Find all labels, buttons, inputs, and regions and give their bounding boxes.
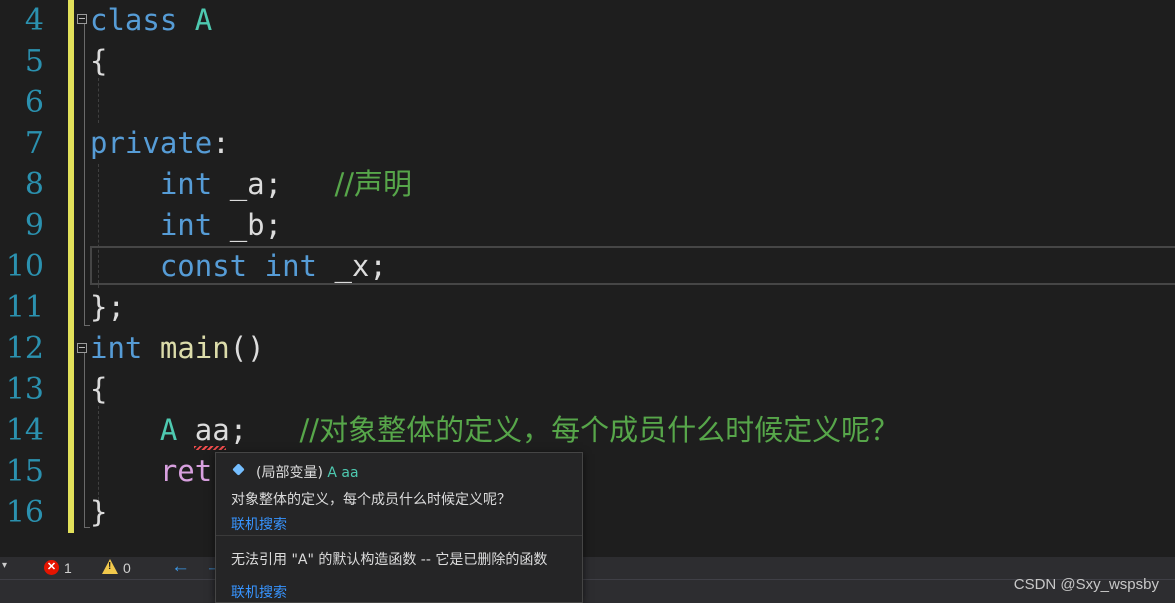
online-search-link-1[interactable]: 联机搜索	[231, 514, 287, 534]
code-token: class	[90, 3, 178, 37]
line-number: 16	[5, 495, 44, 530]
code-line[interactable]: 10 const int _x;	[0, 246, 1175, 287]
code-line[interactable]: 7 private:	[0, 123, 1175, 164]
code-line[interactable]: 13 {	[0, 369, 1175, 410]
code-token: int	[90, 331, 143, 365]
line-number: 7	[24, 126, 44, 161]
error-icon[interactable]: ✕	[44, 560, 59, 575]
line-number: 10	[5, 249, 44, 284]
line-number: 9	[24, 208, 44, 243]
code-line[interactable]: 8 int _a; //声明	[0, 164, 1175, 205]
code-token: {	[90, 44, 108, 78]
code-text[interactable]: {	[90, 41, 107, 82]
code-token: A	[159, 413, 178, 447]
warning-icon-mark: !	[108, 561, 112, 572]
code-token: ()	[229, 331, 265, 365]
tooltip-signature: (局部变量) A aa	[256, 462, 359, 482]
code-editor[interactable]: 4 class A 5{6 7 private: 8 int _a; //声明 9 int …	[0, 0, 1175, 557]
tooltip-kind: (局部变量)	[256, 465, 323, 481]
line-number: 6	[24, 85, 44, 120]
code-token: int	[264, 249, 318, 283]
line-number: 11	[5, 290, 44, 325]
online-search-link-2[interactable]: 联机搜索	[231, 582, 287, 602]
code-text[interactable]: const int _x;	[90, 246, 387, 287]
navigate-back-icon[interactable]: ←	[171, 556, 190, 578]
line-number: 15	[5, 454, 44, 489]
code-line[interactable]: 16}	[0, 492, 1175, 533]
code-token: };	[90, 290, 125, 324]
code-token: main	[159, 331, 230, 365]
code-text[interactable]: int _a; //声明	[90, 164, 412, 205]
code-line[interactable]: 11};	[0, 287, 1175, 328]
status-divider	[0, 579, 1175, 580]
error-squiggle	[194, 446, 226, 450]
code-text[interactable]: retu	[90, 451, 230, 492]
code-token: int	[159, 208, 213, 242]
code-token: aa;	[177, 413, 300, 447]
code-text[interactable]: int main()	[90, 328, 265, 369]
code-token: int	[159, 167, 213, 201]
code-text[interactable]: A aa; //对象整体的定义，每个成员什么时候定义呢？	[90, 410, 899, 451]
code-line[interactable]: 4 class A	[0, 0, 1175, 41]
line-number: 14	[5, 413, 44, 448]
code-token: private	[90, 126, 213, 160]
code-line[interactable]: 12 int main()	[0, 328, 1175, 369]
code-token: //声明	[334, 167, 412, 201]
code-line[interactable]: 15 retu	[0, 451, 1175, 492]
code-token: A	[194, 3, 213, 37]
watermark: CSDN @Sxy_wspsby	[1013, 576, 1159, 593]
code-text[interactable]: private:	[90, 123, 230, 164]
code-token: _x;	[317, 249, 387, 283]
quick-info-tooltip: (局部变量) A aa 对象整体的定义，每个成员什么时候定义呢？ 联机搜索 无法…	[215, 452, 583, 603]
line-number: 13	[5, 372, 44, 407]
code-token: :	[212, 126, 230, 160]
line-number: 4	[24, 3, 44, 38]
local-variable-icon	[232, 463, 245, 476]
tooltip-error-message: 无法引用 "A" 的默认构造函数 -- 它是已删除的函数	[231, 552, 548, 568]
code-text[interactable]: class A	[90, 0, 212, 41]
code-text[interactable]: };	[90, 287, 125, 328]
code-text[interactable]: {	[90, 369, 107, 410]
code-token: _b;	[212, 208, 283, 242]
tooltip-comment: 对象整体的定义，每个成员什么时候定义呢？	[231, 492, 511, 508]
zoom-dropdown-icon[interactable]: ▾	[2, 560, 7, 571]
code-token: {	[90, 372, 108, 406]
tooltip-name: aa	[341, 465, 359, 481]
code-token: const	[159, 249, 248, 283]
code-text[interactable]: }	[90, 492, 107, 533]
code-line[interactable]: 9 int _b;	[0, 205, 1175, 246]
tooltip-type: A	[327, 465, 337, 481]
code-line[interactable]: 14 A aa; //对象整体的定义，每个成员什么时候定义呢？	[0, 410, 1175, 451]
code-token: //对象整体的定义，每个成员什么时候定义呢？	[299, 413, 900, 447]
code-line[interactable]: 6	[0, 82, 1175, 123]
code-token: }	[90, 495, 108, 529]
line-number: 5	[24, 44, 44, 79]
status-bar: ▾ ✕ 1 ! 0 ← → CSDN @Sxy_wspsby	[0, 556, 1175, 603]
code-text[interactable]: int _b;	[90, 205, 282, 246]
line-number: 8	[24, 167, 44, 202]
error-count[interactable]: 1	[64, 560, 72, 576]
code-line[interactable]: 5{	[0, 41, 1175, 82]
warning-count[interactable]: 0	[123, 560, 131, 576]
code-token: _a;	[212, 167, 335, 201]
line-number: 12	[5, 331, 44, 366]
tooltip-divider	[216, 535, 582, 536]
